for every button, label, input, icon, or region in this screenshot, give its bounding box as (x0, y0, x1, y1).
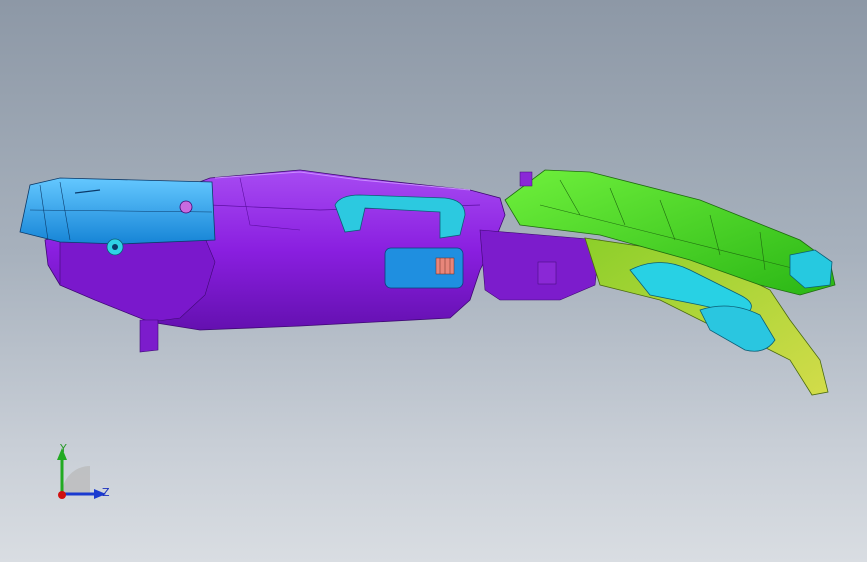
axis-triad (57, 448, 106, 499)
cad-model-assembly[interactable] (0, 0, 867, 562)
y-axis-label: Y (60, 442, 67, 455)
mount-bracket (139, 319, 159, 353)
cad-viewport[interactable]: Y Z (0, 0, 867, 562)
z-axis-label: Z (102, 486, 110, 499)
duct-fastener (179, 200, 193, 214)
